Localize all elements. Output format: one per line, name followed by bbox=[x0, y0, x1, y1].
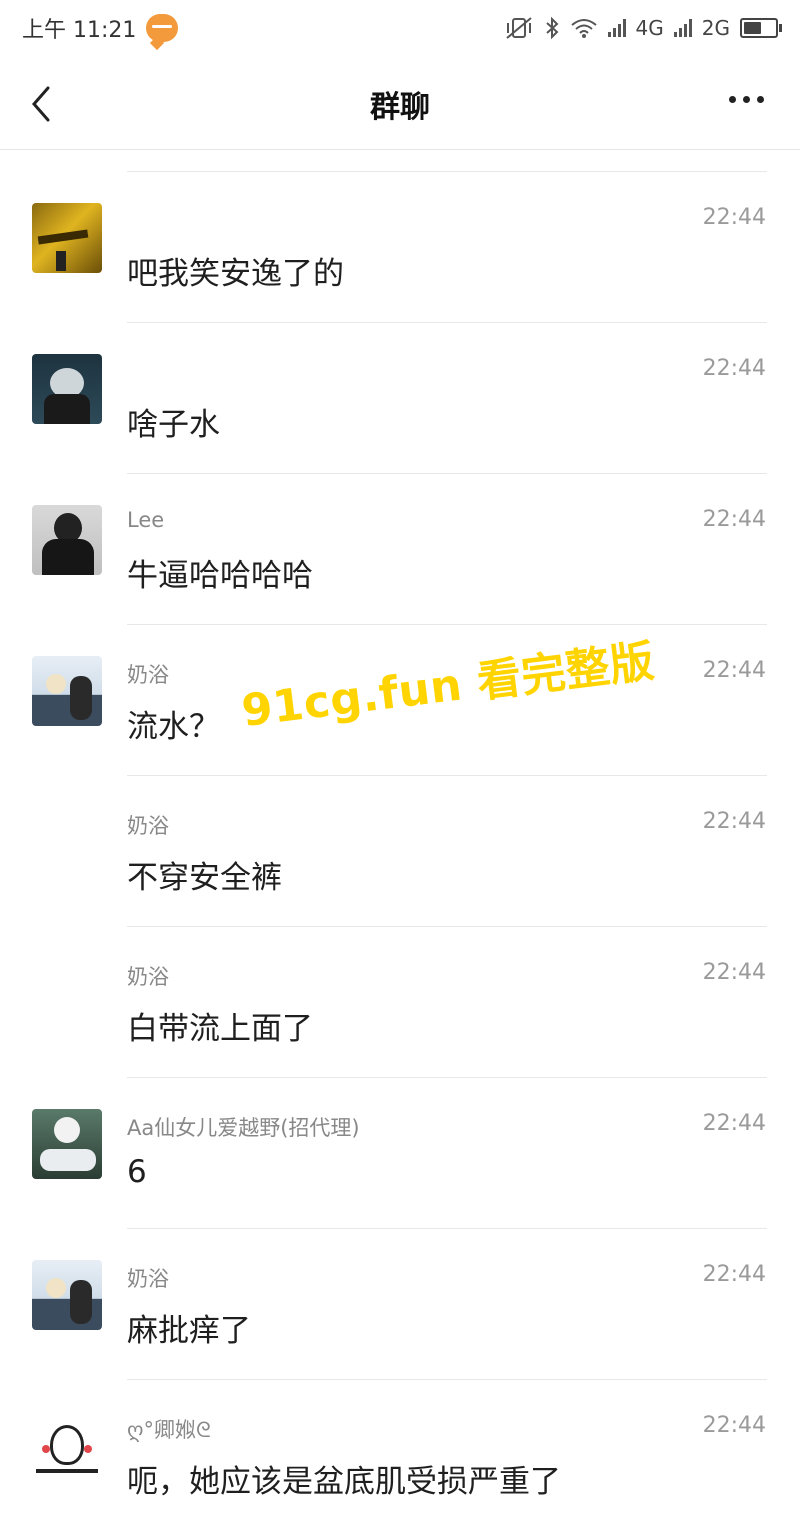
message-row[interactable]: Aa仙女儿爱越野(招代理) 22:44 6 bbox=[0, 1078, 800, 1229]
sender-avatar[interactable] bbox=[32, 505, 102, 575]
message-row[interactable]: Lee 22:44 牛逼哈哈哈哈 bbox=[0, 474, 800, 625]
message-row[interactable]: ღ°卿娰ᘓ 22:44 呃，她应该是盆底肌受损严重了 bbox=[0, 1380, 800, 1531]
more-dot bbox=[729, 96, 736, 103]
signal-strength-icon bbox=[607, 19, 626, 37]
message-time: 22:44 bbox=[702, 1413, 766, 1438]
bluetooth-icon bbox=[545, 16, 558, 40]
cheek-mark bbox=[42, 1445, 50, 1453]
status-bar: 上午 11:21 4G 2G bbox=[0, 0, 800, 56]
wifi-icon bbox=[570, 19, 597, 38]
sender-avatar[interactable] bbox=[32, 1260, 102, 1330]
sender-name: 奶浴 bbox=[127, 663, 169, 687]
message-time: 22:44 bbox=[702, 1262, 766, 1287]
network-type-2: 2G bbox=[701, 16, 730, 40]
sender-avatar[interactable] bbox=[32, 1411, 102, 1481]
vibrate-off-icon bbox=[505, 17, 532, 39]
message-text: 不穿安全裤 bbox=[127, 860, 282, 896]
message-time: 22:44 bbox=[702, 658, 766, 683]
message-time: 22:44 bbox=[702, 507, 766, 532]
message-time: 22:44 bbox=[702, 1111, 766, 1136]
more-options-button[interactable] bbox=[729, 96, 764, 103]
message-row[interactable]: 22:44 啥子水 bbox=[0, 323, 800, 474]
more-dot bbox=[757, 96, 764, 103]
message-time: 22:44 bbox=[702, 809, 766, 834]
message-text: 流水？ bbox=[127, 709, 220, 745]
sender-name: 奶浴 bbox=[127, 965, 169, 989]
message-row[interactable]: 22:44 吧我笑安逸了的 bbox=[0, 172, 800, 323]
sender-avatar[interactable] bbox=[32, 203, 102, 273]
status-left: 上午 11:21 bbox=[22, 12, 179, 44]
message-time: 22:44 bbox=[702, 205, 766, 230]
message-row[interactable]: 奶浴 22:44 不穿安全裤 bbox=[0, 776, 800, 927]
message-row[interactable]: 奶浴 22:44 麻批痒了 bbox=[0, 1229, 800, 1380]
status-right: 4G 2G bbox=[504, 16, 782, 40]
sender-name: 奶浴 bbox=[127, 814, 169, 838]
sender-name: 奶浴 bbox=[127, 1267, 169, 1291]
message-time: 22:44 bbox=[702, 356, 766, 381]
message-text: 啥子水 bbox=[127, 407, 220, 443]
message-text: 呃，她应该是盆底肌受损严重了 bbox=[127, 1464, 561, 1500]
message-text: 吧我笑安逸了的 bbox=[127, 256, 344, 292]
battery-icon bbox=[740, 18, 782, 38]
message-text: 白带流上面了 bbox=[127, 1011, 313, 1047]
message-notification-icon bbox=[146, 14, 179, 42]
message-text: 牛逼哈哈哈哈 bbox=[127, 558, 313, 594]
sender-avatar[interactable] bbox=[32, 354, 102, 424]
sender-avatar[interactable] bbox=[32, 656, 102, 726]
cheek-mark bbox=[84, 1445, 92, 1453]
status-time: 上午 11:21 bbox=[22, 18, 137, 43]
page-title: 群聊 bbox=[370, 90, 430, 125]
sender-avatar[interactable] bbox=[32, 1109, 102, 1179]
message-text: 6 bbox=[127, 1154, 147, 1190]
message-text: 麻批痒了 bbox=[127, 1313, 251, 1349]
message-time: 22:44 bbox=[702, 960, 766, 985]
more-dot bbox=[743, 96, 750, 103]
sender-name: Aa仙女儿爱越野(招代理) bbox=[127, 1116, 360, 1140]
sender-name: Lee bbox=[127, 508, 165, 532]
battery-fill bbox=[744, 22, 761, 34]
sender-name: ღ°卿娰ᘓ bbox=[127, 1418, 211, 1442]
signal-strength-icon-2 bbox=[673, 19, 692, 37]
message-row[interactable]: 奶浴 22:44 白带流上面了 bbox=[0, 927, 800, 1078]
network-type-1: 4G bbox=[635, 16, 664, 40]
nav-bar: 群聊 bbox=[0, 56, 800, 150]
